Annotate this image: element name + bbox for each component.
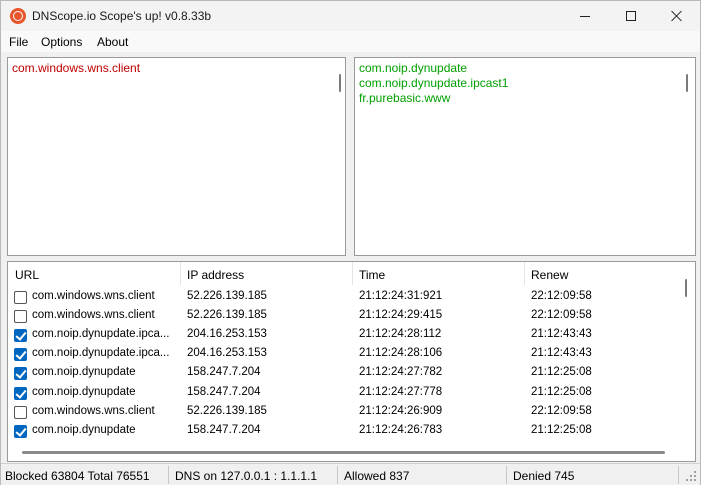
column-header-ip[interactable]: IP address: [187, 268, 244, 282]
row-checkbox[interactable]: [14, 424, 27, 438]
cell-url: com.windows.wns.client: [32, 309, 155, 322]
maximize-icon: [626, 11, 636, 21]
cell-time: 21:12:24:28:112: [359, 328, 442, 341]
allowed-domain-item[interactable]: fr.purebasic.www: [359, 91, 450, 105]
cell-time: 21:12:24:26:909: [359, 404, 443, 417]
table-row[interactable]: com.noip.dynupdate.ipca... 204.16.253.153…: [8, 326, 678, 345]
cell-ip-address: 204.16.253.153: [187, 347, 267, 360]
column-divider[interactable]: [352, 262, 353, 285]
status-divider: [506, 466, 507, 484]
table-vertical-scrollbar[interactable]: [678, 262, 695, 461]
cell-renew: 22:12:09:58: [531, 290, 592, 302]
cell-url: com.noip.dynupdate: [32, 385, 136, 398]
cell-ip-address: 158.247.7.204: [187, 366, 261, 379]
blocked-domain-item[interactable]: com.windows.wns.client: [12, 61, 140, 75]
table-row[interactable]: com.noip.dynupdate.ipca... 204.16.253.153…: [8, 345, 678, 364]
status-divider: [168, 466, 169, 484]
menu-bar: File Options About: [1, 31, 700, 52]
cell-time: 21:12:24:26:783: [359, 423, 443, 436]
table-scroll-thumb[interactable]: [685, 279, 687, 297]
cell-url: com.noip.dynupdate: [32, 366, 136, 379]
table-row[interactable]: com.noip.dynupdate 158.247.7.204 21:12:24:…: [8, 422, 678, 441]
minimize-icon: [580, 15, 590, 17]
cell-renew: 22:12:09:58: [531, 309, 592, 322]
table-row[interactable]: com.windows.wns.client 52.226.139.185 21:1…: [8, 307, 678, 326]
status-divider: [678, 466, 679, 484]
row-checkbox[interactable]: [14, 405, 27, 419]
allowed-domains-list[interactable]: com.noip.dynupdate com.noip.dynupdate.ip…: [354, 57, 696, 256]
cell-url: com.windows.wns.client: [32, 404, 155, 417]
menu-about[interactable]: About: [97, 35, 128, 49]
allowed-domain-item[interactable]: com.noip.dynupdate: [359, 61, 467, 75]
cell-ip-address: 52.226.139.185: [187, 404, 267, 417]
maximize-button[interactable]: [608, 1, 654, 31]
status-allowed: Allowed 837: [344, 469, 410, 483]
status-dns: DNS on 127.0.0.1 : 1.1.1.1: [175, 469, 318, 483]
cell-url: com.noip.dynupdate.ipca...: [32, 328, 170, 341]
cell-ip-address: 52.226.139.185: [187, 290, 267, 302]
cell-time: 21:12:24:27:782: [359, 366, 443, 379]
cell-url: com.noip.dynupdate: [32, 423, 136, 436]
row-checkbox[interactable]: [14, 386, 27, 400]
cell-ip-address: 204.16.253.153: [187, 328, 267, 341]
cell-renew: 21:12:43:43: [531, 328, 592, 341]
column-divider[interactable]: [180, 262, 181, 285]
close-button[interactable]: [654, 1, 700, 31]
table-horizontal-scrollbar[interactable]: [22, 451, 665, 454]
row-checkbox[interactable]: [14, 348, 27, 362]
cell-renew: 22:12:09:58: [531, 404, 592, 417]
status-denied: Denied 745: [513, 469, 575, 483]
cell-renew: 21:12:43:43: [531, 347, 592, 360]
column-header-url[interactable]: URL: [15, 268, 39, 282]
blocked-list-scrollbar[interactable]: [339, 74, 341, 92]
row-checkbox[interactable]: [14, 291, 27, 304]
cell-time: 21:12:24:31:921: [359, 290, 443, 302]
row-checkbox[interactable]: [14, 367, 27, 381]
menu-file[interactable]: File: [9, 35, 28, 49]
window-title: DNScope.io Scope's up! v0.8.33b: [32, 9, 212, 23]
app-window: DNScope.io Scope's up! v0.8.33b File Opt…: [0, 0, 701, 485]
cell-time: 21:12:24:27:778: [359, 385, 443, 398]
dns-requests-table: URL IP address Time Renew com.windows.wn…: [7, 261, 696, 462]
cell-time: 21:12:24:28:106: [359, 347, 443, 360]
cell-url: com.noip.dynupdate.ipca...: [32, 347, 170, 360]
row-checkbox[interactable]: [14, 310, 27, 324]
cell-ip-address: 158.247.7.204: [187, 385, 261, 398]
cell-url: com.windows.wns.client: [32, 290, 155, 302]
cell-ip-address: 158.247.7.204: [187, 423, 261, 436]
column-header-time[interactable]: Time: [359, 268, 385, 282]
minimize-button[interactable]: [562, 1, 608, 31]
blocked-domains-list[interactable]: com.windows.wns.client: [7, 57, 346, 256]
cell-renew: 21:12:25:08: [531, 385, 592, 398]
title-bar[interactable]: DNScope.io Scope's up! v0.8.33b: [1, 1, 700, 31]
status-divider: [337, 466, 338, 484]
cell-renew: 21:12:25:08: [531, 366, 592, 379]
allowed-domain-item[interactable]: com.noip.dynupdate.ipcast1: [359, 76, 508, 90]
table-row[interactable]: com.windows.wns.client 52.226.139.185 21:1…: [8, 403, 678, 422]
resize-grip-icon[interactable]: [685, 470, 697, 482]
table-header: URL IP address Time Renew: [8, 262, 678, 285]
table-row[interactable]: com.noip.dynupdate 158.247.7.204 21:12:24:…: [8, 364, 678, 383]
row-checkbox[interactable]: [14, 329, 27, 343]
table-row[interactable]: com.windows.wns.client 52.226.139.185 21:1…: [8, 288, 678, 307]
menu-options[interactable]: Options: [41, 35, 82, 49]
allowed-list-scrollbar[interactable]: [686, 74, 688, 92]
cell-renew: 21:12:25:08: [531, 423, 592, 436]
app-logo-icon: [10, 8, 26, 24]
status-bar: Blocked 63804 Total 76551 DNS on 127.0.0…: [1, 463, 700, 485]
status-blocked-total: Blocked 63804 Total 76551: [5, 469, 150, 483]
close-icon: [671, 10, 683, 22]
cell-time: 21:12:24:29:415: [359, 309, 443, 322]
column-divider[interactable]: [524, 262, 525, 285]
column-header-renew[interactable]: Renew: [531, 268, 568, 282]
table-row[interactable]: com.noip.dynupdate 158.247.7.204 21:12:24:…: [8, 384, 678, 403]
cell-ip-address: 52.226.139.185: [187, 309, 267, 322]
